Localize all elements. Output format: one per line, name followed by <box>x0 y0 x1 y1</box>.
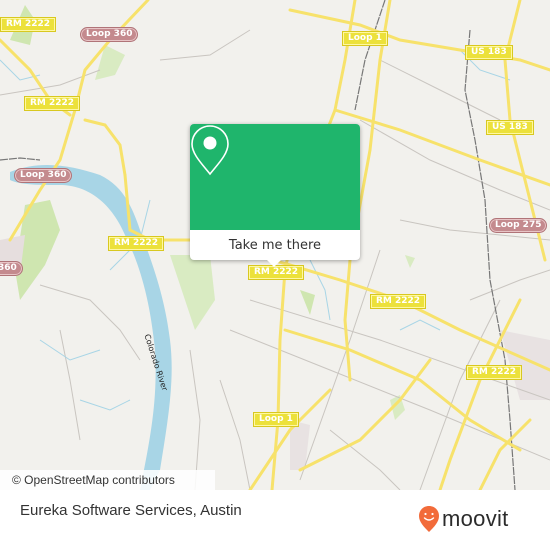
road-label-loop360: Loop 360 <box>80 27 139 42</box>
moovit-wordmark: moovit <box>442 506 509 531</box>
take-me-there-button[interactable]: Take me there <box>190 230 360 260</box>
park-area <box>300 290 315 315</box>
road-label-loop275: Loop 275 <box>489 218 548 233</box>
road-label-rm2222: RM 2222 <box>108 236 165 251</box>
osm-attribution[interactable]: © OpenStreetMap contributors <box>0 470 215 490</box>
road-label-rm2222: RM 2222 <box>24 96 81 111</box>
road-label-loop360: Loop 360 <box>14 168 73 183</box>
map[interactable]: RM 2222 Loop 360 RM 2222 Loop 360 360 RM… <box>0 0 550 490</box>
popup-header <box>190 124 360 230</box>
moovit-pin-icon <box>419 506 439 532</box>
road-label-rm2222: RM 2222 <box>370 294 427 309</box>
moovit-logo[interactable]: moovit <box>418 505 509 533</box>
popup-pointer <box>266 259 282 267</box>
location-popup: Take me there <box>190 124 360 267</box>
road-label-rm2222: RM 2222 <box>0 17 57 32</box>
park-area <box>405 255 415 268</box>
road-label-rm2222: RM 2222 <box>248 265 305 280</box>
road-label-loop1: Loop 1 <box>342 31 388 46</box>
road-label-us183: US 183 <box>465 45 513 60</box>
road-label-loop360: 360 <box>0 261 23 276</box>
park-area <box>95 45 125 80</box>
road-label-loop1: Loop 1 <box>253 412 299 427</box>
park-area <box>170 255 215 330</box>
road-label-us183: US 183 <box>486 120 534 135</box>
road-label-rm2222: RM 2222 <box>466 365 523 380</box>
place-name: Eureka Software Services, Austin <box>20 502 242 519</box>
map-pin-icon <box>191 125 229 176</box>
